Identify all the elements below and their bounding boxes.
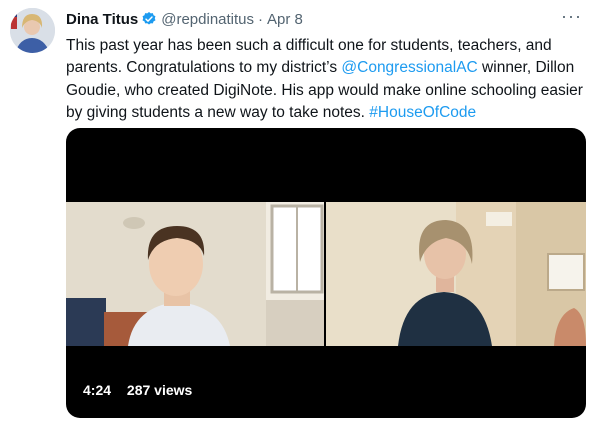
mention-link[interactable]: @CongressionalAC bbox=[341, 59, 477, 76]
author-name[interactable]: Dina Titus bbox=[66, 11, 138, 28]
hashtag-link[interactable]: #HouseOfCode bbox=[369, 104, 476, 121]
video-views: 287 views bbox=[126, 382, 193, 398]
verified-badge-icon bbox=[142, 12, 156, 25]
video-duration: 4:24 bbox=[83, 382, 112, 398]
video-player[interactable]: 4:24 287 views bbox=[66, 128, 586, 418]
author-handle[interactable]: @repdinatitus bbox=[161, 11, 254, 28]
separator-dot: · bbox=[258, 10, 264, 28]
video-participant-right bbox=[326, 202, 586, 346]
tweet-date[interactable]: Apr 8 bbox=[267, 11, 303, 28]
video-participant-left bbox=[66, 202, 324, 346]
avatar[interactable] bbox=[10, 8, 55, 53]
video-meta: 4:24 287 views bbox=[83, 382, 192, 398]
tweet-text: This past year has been such a difficult… bbox=[66, 35, 586, 124]
more-options-icon[interactable]: ··· bbox=[561, 6, 582, 27]
tweet-header: Dina Titus @repdinatitus · Apr 8 bbox=[66, 9, 303, 29]
